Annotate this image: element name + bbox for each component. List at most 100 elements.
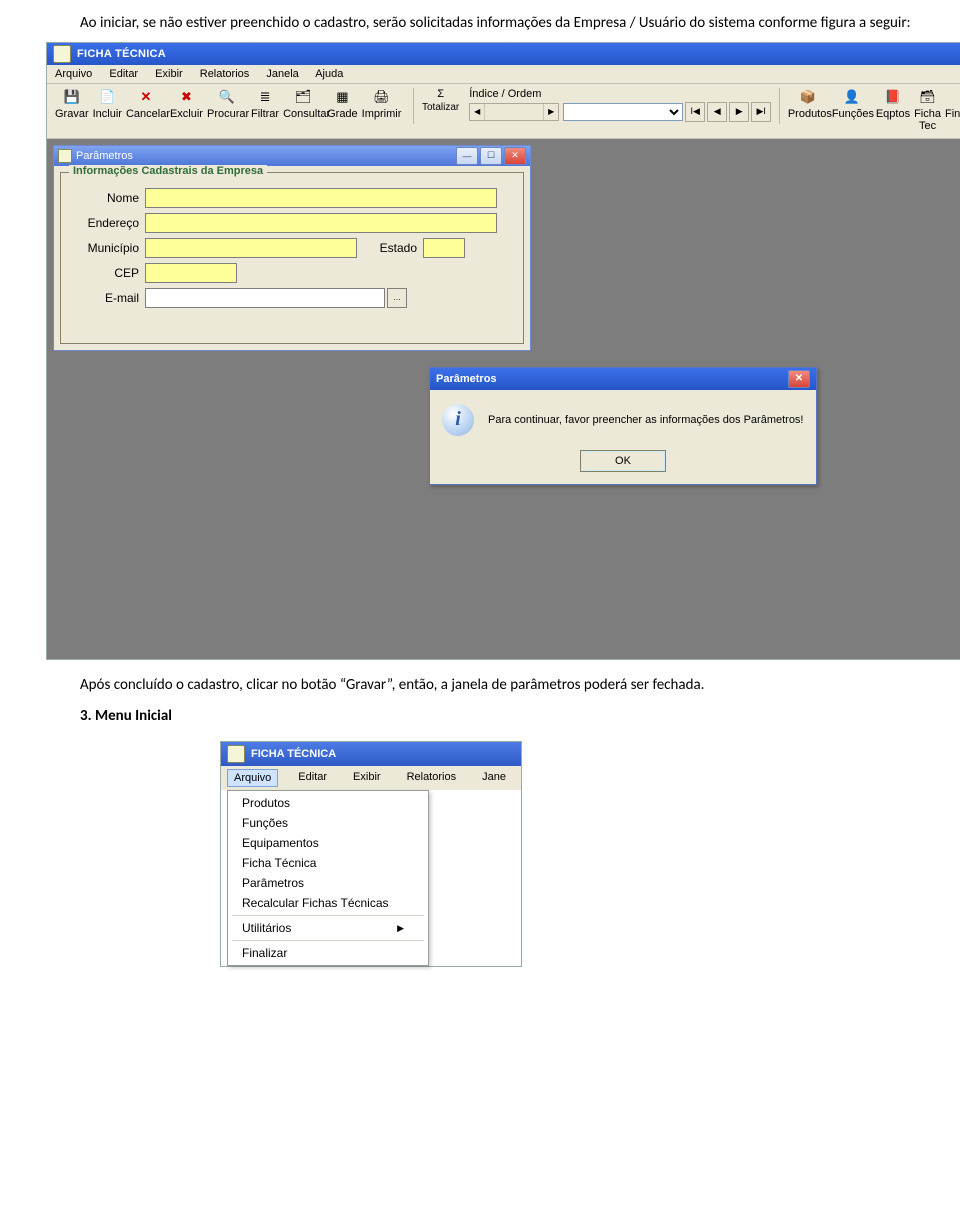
- dialog-titlebar[interactable]: Parâmetros ✕: [430, 368, 816, 390]
- tbtn-finalizar[interactable]: 🚪 Finalizar: [945, 88, 960, 120]
- input-estado[interactable]: [423, 238, 465, 258]
- app-titlebar: FICHA TÉCNICA: [47, 43, 960, 65]
- menu-relatorios[interactable]: Relatorios: [401, 769, 463, 787]
- index-select[interactable]: [563, 103, 683, 121]
- tbtn-label: Incluir: [93, 108, 122, 120]
- tbtn-incluir[interactable]: 📄 Incluir: [93, 88, 122, 120]
- scroll-right-icon[interactable]: ▶: [543, 104, 558, 120]
- print-icon: 🖨: [362, 88, 402, 106]
- toolbar-sep: [413, 88, 414, 124]
- nav-first-icon[interactable]: I◀: [685, 102, 705, 122]
- app-icon: [227, 745, 245, 763]
- menu-relatorios[interactable]: Relatorios: [200, 68, 250, 80]
- tbtn-label: Consultar: [283, 108, 323, 120]
- mdi-workspace: Parâmetros — ☐ ✕ Informações Cadastrais …: [47, 139, 960, 659]
- tbtn-excluir[interactable]: ✖ Excluir: [170, 88, 203, 120]
- save-icon: 💾: [55, 88, 89, 106]
- tbtn-consultar[interactable]: 🗂 Consultar: [283, 88, 323, 120]
- maximize-button[interactable]: ☐: [480, 147, 502, 165]
- mitem-produtos[interactable]: Produtos: [228, 793, 428, 813]
- tbtn-funcoes[interactable]: 👤 Funções: [832, 88, 872, 120]
- parametros-window: Parâmetros — ☐ ✕ Informações Cadastrais …: [53, 145, 531, 351]
- ok-button[interactable]: OK: [580, 450, 666, 472]
- tbtn-label: Grade: [327, 108, 358, 120]
- tbtn-imprimir[interactable]: 🖨 Imprimir: [362, 88, 402, 120]
- nav-prev-icon[interactable]: ◀: [707, 102, 727, 122]
- input-municipio[interactable]: [145, 238, 357, 258]
- menu-editar[interactable]: Editar: [109, 68, 138, 80]
- tbtn-grade[interactable]: ▦ Grade: [327, 88, 358, 120]
- tbtn-label: Funções: [832, 108, 872, 120]
- exit-icon: 🚪: [945, 88, 960, 106]
- scroll-left-icon[interactable]: ◀: [470, 104, 485, 120]
- equip-icon: 📕: [876, 88, 910, 106]
- tbtn-label: Finalizar: [945, 108, 960, 120]
- menu-janela[interactable]: Janela: [266, 68, 298, 80]
- nav-next-icon[interactable]: ▶: [729, 102, 749, 122]
- tbtn-label: Filtrar: [251, 108, 279, 120]
- tbtn-totalizar[interactable]: Σ Totalizar: [422, 88, 459, 113]
- tbtn-label: Totalizar: [422, 102, 459, 113]
- search-icon: 🔍: [207, 88, 247, 106]
- childwin-title: Parâmetros: [76, 150, 133, 162]
- index-scrollbar[interactable]: ◀ ▶: [469, 103, 559, 121]
- input-email[interactable]: [145, 288, 385, 308]
- app-icon: [53, 45, 71, 63]
- input-endereco[interactable]: [145, 213, 497, 233]
- tbtn-label: Ficha Tec: [914, 108, 941, 132]
- dialog-message: Para continuar, favor preencher as infor…: [488, 414, 804, 426]
- menu-exibir[interactable]: Exibir: [347, 769, 387, 787]
- filter-icon: ≣: [251, 88, 279, 106]
- email-lookup-button[interactable]: …: [387, 288, 407, 308]
- menu-separator: [232, 915, 424, 916]
- tbtn-label: Cancelar: [126, 108, 166, 120]
- mitem-funcoes[interactable]: Funções: [228, 813, 428, 833]
- label-endereco: Endereço: [69, 216, 139, 230]
- tbtn-label: Imprimir: [362, 108, 402, 120]
- childwin-titlebar[interactable]: Parâmetros — ☐ ✕: [54, 146, 530, 166]
- mitem-equipamentos[interactable]: Equipamentos: [228, 833, 428, 853]
- functions-icon: 👤: [832, 88, 872, 106]
- menuapp-titlebar: FICHA TÉCNICA: [221, 742, 521, 766]
- menu-exibir[interactable]: Exibir: [155, 68, 183, 80]
- input-nome[interactable]: [145, 188, 497, 208]
- tbtn-procurar[interactable]: 🔍 Procurar: [207, 88, 247, 120]
- label-cep: CEP: [69, 266, 139, 280]
- menuapp-menubar: Arquivo Editar Exibir Relatorios Jane: [221, 766, 521, 790]
- mitem-parametros[interactable]: Parâmetros: [228, 873, 428, 893]
- mitem-recalcular[interactable]: Recalcular Fichas Técnicas: [228, 893, 428, 913]
- mitem-utilitarios[interactable]: Utilitários ▶: [228, 918, 428, 938]
- tbtn-label: Eqptos: [876, 108, 910, 120]
- toolbar-sep: [779, 88, 780, 124]
- menu-editar[interactable]: Editar: [292, 769, 333, 787]
- tbtn-gravar[interactable]: 💾 Gravar: [55, 88, 89, 120]
- tbtn-fichatec[interactable]: 🗃 Ficha Tec: [914, 88, 941, 132]
- tbtn-produtos[interactable]: 📦 Produtos: [788, 88, 828, 120]
- index-label: Índice / Ordem: [469, 88, 771, 100]
- nav-last-icon[interactable]: ▶I: [751, 102, 771, 122]
- menuapp-title: FICHA TÉCNICA: [251, 748, 336, 760]
- sum-icon: Σ: [422, 88, 459, 100]
- app-toolbar: 💾 Gravar 📄 Incluir ✕ Cancelar ✖ Excluir …: [47, 84, 960, 139]
- tbtn-label: Produtos: [788, 108, 828, 120]
- dialog-close-button[interactable]: ✕: [788, 370, 810, 388]
- menu-arquivo[interactable]: Arquivo: [227, 769, 278, 787]
- intro-paragraph: Ao iniciar, se não estiver preenchido o …: [40, 14, 920, 34]
- tbtn-label: Procurar: [207, 108, 247, 120]
- arquivo-dropdown: Produtos Funções Equipamentos Ficha Técn…: [227, 790, 429, 966]
- mitem-fichatecnica[interactable]: Ficha Técnica: [228, 853, 428, 873]
- message-dialog: Parâmetros ✕ i Para continuar, favor pre…: [429, 367, 817, 485]
- minimize-button[interactable]: —: [456, 147, 478, 165]
- label-estado: Estado: [357, 241, 417, 255]
- menu-arquivo[interactable]: Arquivo: [55, 68, 92, 80]
- cadastro-groupbox: Informações Cadastrais da Empresa Nome E…: [60, 172, 524, 344]
- tbtn-cancelar[interactable]: ✕ Cancelar: [126, 88, 166, 120]
- menu-ajuda[interactable]: Ajuda: [315, 68, 343, 80]
- close-button[interactable]: ✕: [504, 147, 526, 165]
- input-cep[interactable]: [145, 263, 237, 283]
- menu-janela[interactable]: Jane: [476, 769, 512, 787]
- tbtn-filtrar[interactable]: ≣ Filtrar: [251, 88, 279, 120]
- mitem-finalizar[interactable]: Finalizar: [228, 943, 428, 963]
- tbtn-label: Excluir: [170, 108, 203, 120]
- tbtn-eqptos[interactable]: 📕 Eqptos: [876, 88, 910, 120]
